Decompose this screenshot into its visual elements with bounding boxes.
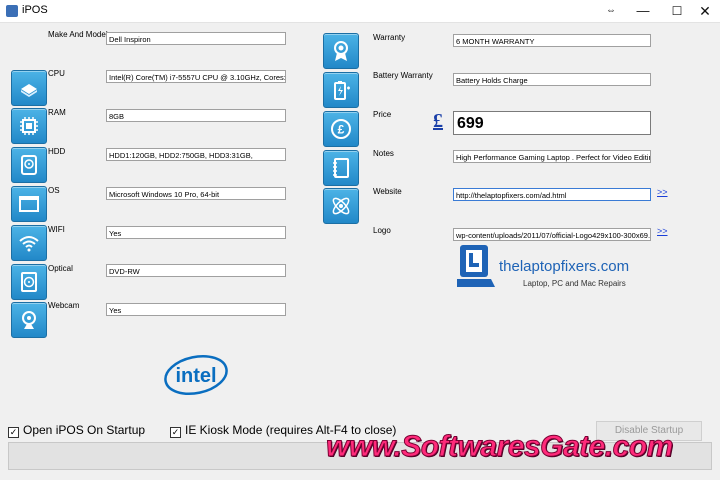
webcam-label: Webcam [48,301,80,310]
logo-label: Logo [373,226,391,235]
battery-warranty-field[interactable]: Battery Holds Charge [453,73,651,86]
cpu-icon[interactable] [11,108,47,144]
pound-currency-link[interactable]: £ [433,110,443,133]
website-label: Website [373,187,402,196]
app-icon [6,5,18,17]
optical-field[interactable]: DVD-RW [106,264,286,277]
cpu-label: CPU [48,69,65,78]
ram-field[interactable]: 8GB [106,109,286,122]
price-label: Price [373,110,392,119]
pound-coin-icon[interactable]: £ [323,111,359,147]
intel-logo: intel [164,355,228,395]
optical-label: Optical [48,264,73,273]
website-open-link[interactable]: >> [657,187,668,197]
make-model-label: Make And Model [48,30,108,39]
logo-brand-name: thelaptopfixers.com [499,258,629,275]
open-startup-label: Open iPOS On Startup [23,423,146,437]
wifi-label: WIFI [48,225,65,234]
os-window-icon[interactable] [11,186,47,222]
open-startup-checkbox[interactable]: ✓ Open iPOS On Startup [8,423,145,438]
os-label: OS [48,186,60,195]
wifi-icon[interactable] [11,225,47,261]
window-title: iPOS [22,4,48,16]
logo-field[interactable]: wp-content/uploads/2011/07/official-Logo… [453,228,651,241]
webcam-field[interactable]: Yes [106,303,286,316]
resize-icon[interactable]: ⇔ [596,0,626,22]
make-model-field[interactable]: Dell Inspiron [106,32,286,45]
kiosk-check-mark[interactable]: ✓ [170,427,181,438]
cpu-field[interactable]: Intel(R) Core(TM) i7-5557U CPU @ 3.10GHz… [106,70,286,83]
hdd-icon[interactable] [11,147,47,183]
notes-field[interactable]: High Performance Gaming Laptop . Perfect… [453,150,651,163]
intel-logo-text: intel [175,365,216,387]
laptopfixers-logo: thelaptopfixers.com Laptop, PC and Mac R… [457,245,629,288]
wifi-field[interactable]: Yes [106,226,286,239]
maximize-button[interactable]: ☐ [662,0,692,22]
minimize-button[interactable]: — [628,0,658,22]
hdd-label: HDD [48,147,66,156]
title-bar: iPOS ⇔ — ☐ ✕ [0,0,720,23]
battery-icon[interactable] [323,72,359,108]
open-startup-check-mark[interactable]: ✓ [8,427,19,438]
atom-website-icon[interactable] [323,188,359,224]
ram-label: RAM [48,108,66,117]
watermark-text: www.SoftwaresGate.com [326,430,674,464]
os-field[interactable]: Microsoft Windows 10 Pro, 64-bit [106,187,286,200]
optical-disc-icon[interactable] [11,264,47,300]
price-field[interactable]: 699 [453,111,651,135]
battery-warranty-label: Battery Warranty [373,71,433,80]
logo-tagline: Laptop, PC and Mac Repairs [523,279,626,288]
webcam-icon[interactable] [11,302,47,338]
laptop-icon[interactable] [11,70,47,106]
award-icon[interactable] [323,33,359,69]
svg-text:£: £ [338,123,345,137]
website-field[interactable]: http://thelaptopfixers.com/ad.html [453,188,651,201]
notes-label: Notes [373,149,394,158]
close-button[interactable]: ✕ [690,0,720,22]
warranty-label: Warranty [373,33,406,42]
hdd-field[interactable]: HDD1:120GB, HDD2:750GB, HDD3:31GB, [106,148,286,161]
notebook-icon[interactable] [323,150,359,186]
logo-open-link[interactable]: >> [657,226,668,236]
warranty-field[interactable]: 6 MONTH WARRANTY [453,34,651,47]
